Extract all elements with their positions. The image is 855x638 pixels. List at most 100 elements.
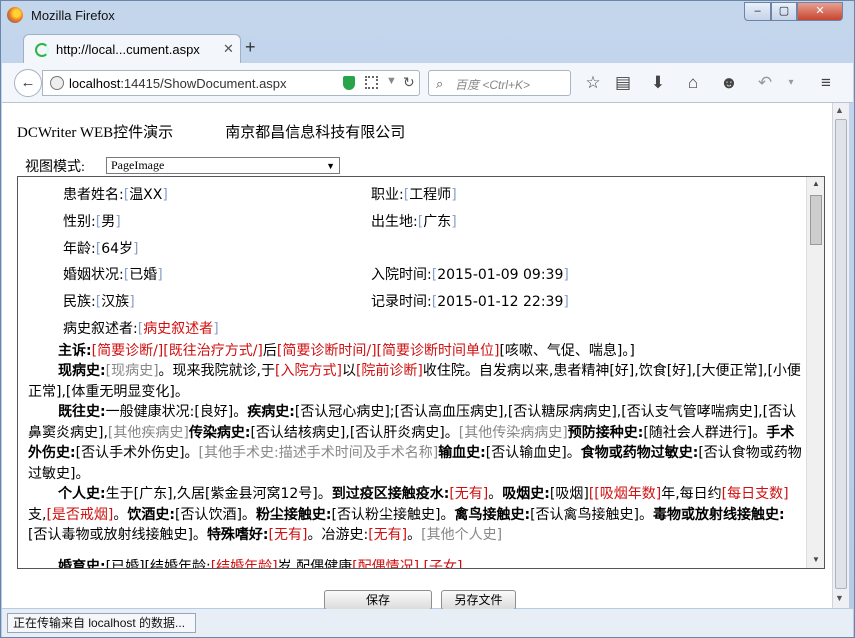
address-bar[interactable]: localhost:14415/ShowDocument.aspx ▼ ↻ bbox=[42, 70, 420, 96]
personal-history-label: 个人史: bbox=[58, 486, 106, 502]
field[interactable]: [否认禽鸟接触史]。 bbox=[530, 507, 653, 523]
job-field[interactable]: 工程师 bbox=[404, 187, 457, 203]
text: 。 bbox=[113, 506, 128, 523]
marital-field[interactable]: 已婚 bbox=[124, 267, 163, 283]
name-field[interactable]: 温XX bbox=[124, 187, 168, 203]
page-scroll-thumb[interactable] bbox=[835, 119, 847, 589]
maximize-button[interactable]: ▢ bbox=[771, 2, 797, 21]
search-box[interactable]: ⌕ 百度 <Ctrl+K> bbox=[428, 70, 571, 96]
name-label: 患者姓名: bbox=[63, 187, 124, 203]
field[interactable]: [否认饮酒]。 bbox=[175, 507, 256, 523]
field[interactable]: [其他疾病史] bbox=[108, 425, 189, 441]
field[interactable]: [简要诊断/] bbox=[92, 343, 164, 359]
chat-icon[interactable]: ☻ bbox=[718, 72, 740, 94]
undo-dropdown-icon[interactable]: ▾ bbox=[780, 72, 802, 94]
star-icon[interactable]: ☆ bbox=[582, 72, 604, 94]
dropdown-arrow-icon[interactable]: ▼ bbox=[386, 75, 397, 87]
navigation-toolbar: ← localhost:14415/ShowDocument.aspx ▼ ↻ … bbox=[2, 63, 853, 103]
tab-close-icon[interactable]: ✕ bbox=[223, 41, 234, 57]
field[interactable]: [否认结核病史],[否认肝炎病史]。 bbox=[250, 425, 458, 441]
reading-list-icon[interactable]: ▤ bbox=[612, 72, 634, 94]
status-text: 正在传输来自 localhost 的数据... bbox=[7, 613, 196, 633]
past-history: 既往史:一般健康状况:[良好]。疾病史:[否认冠心病史];[否认高血压病史],[… bbox=[28, 402, 802, 484]
sex-field[interactable]: 男 bbox=[96, 214, 121, 230]
document-scrollbar[interactable]: ▲ ▼ bbox=[806, 177, 824, 568]
home-icon[interactable]: ⌂ bbox=[682, 72, 704, 94]
qr-code-icon[interactable] bbox=[365, 76, 378, 89]
document-editor[interactable]: 患者姓名:温XX 职业:工程师 性别:男 出生地:广东 年龄:64岁 婚姻状况:… bbox=[17, 176, 825, 569]
birthplace-field[interactable]: 广东 bbox=[418, 214, 457, 230]
field[interactable]: [咳嗽、气促、喘息]。] bbox=[499, 343, 634, 359]
record-label: 记录时间: bbox=[371, 294, 432, 310]
view-mode-select[interactable]: PageImage ▼ bbox=[106, 157, 340, 174]
url-text[interactable]: localhost:14415/ShowDocument.aspx bbox=[69, 76, 287, 91]
field[interactable]: [配偶情况] bbox=[352, 559, 419, 568]
present-illness-label: 现病史: bbox=[58, 363, 106, 379]
text: 。 bbox=[407, 527, 422, 543]
tab-active[interactable]: http://local...cument.aspx ✕ bbox=[23, 34, 241, 64]
field[interactable]: 一般健康状况:[良好]。 bbox=[106, 404, 248, 420]
job-label: 职业: bbox=[371, 187, 404, 203]
label: 食物或药物过敏史: bbox=[580, 445, 699, 461]
field[interactable]: [无有] bbox=[449, 486, 488, 502]
field[interactable]: [否认粉尘接触史]。 bbox=[332, 507, 455, 523]
age-field[interactable]: 64岁 bbox=[96, 241, 139, 257]
save-button[interactable]: 保存 bbox=[324, 590, 432, 610]
field[interactable]: [结婚年龄] bbox=[211, 559, 278, 568]
field[interactable]: [简要诊断时间单位] bbox=[377, 343, 500, 359]
label: 毒物或放射线接触史: bbox=[653, 506, 785, 523]
field[interactable]: [其他手术史:描述手术时间及手术名称] bbox=[199, 445, 439, 461]
field[interactable]: [现病史] bbox=[106, 363, 159, 379]
label: 疾病史: bbox=[247, 404, 295, 420]
field[interactable]: [其他传染病病史] bbox=[459, 425, 568, 441]
page-content: DCWriter WEB控件演示 南京都昌信息科技有限公司 视图模式: PageI… bbox=[2, 103, 832, 610]
field[interactable]: [吸烟] bbox=[550, 486, 589, 502]
text: 。冶游史: bbox=[307, 527, 369, 543]
field[interactable]: [无有] bbox=[368, 527, 407, 543]
ethnic-field[interactable]: 汉族 bbox=[96, 294, 135, 310]
field[interactable]: [其他个人史] bbox=[421, 527, 502, 543]
download-icon[interactable]: ⬇ bbox=[647, 72, 669, 94]
admit-field[interactable]: 2015-01-09 09:39 bbox=[432, 267, 569, 283]
page-scroll-up-icon[interactable]: ▲ bbox=[835, 105, 844, 115]
page-scroll-down-icon[interactable]: ▼ bbox=[835, 593, 844, 603]
menu-icon[interactable]: ≡ bbox=[815, 72, 837, 94]
app-title: DCWriter WEB控件演示 bbox=[17, 125, 174, 141]
minimize-button[interactable]: – bbox=[744, 2, 771, 21]
reload-icon[interactable]: ↻ bbox=[403, 74, 415, 91]
document-scroll-thumb[interactable] bbox=[810, 195, 822, 245]
shield-icon[interactable] bbox=[343, 76, 355, 90]
field[interactable]: [否认毒物或放射线接触史]。 bbox=[28, 527, 207, 543]
save-as-button[interactable]: 另存文件 bbox=[441, 590, 516, 610]
record-field[interactable]: 2015-01-12 22:39 bbox=[432, 294, 569, 310]
field[interactable]: [简要诊断时间/] bbox=[277, 343, 377, 359]
field[interactable]: [已婚][结婚年龄: bbox=[106, 559, 211, 568]
field[interactable]: [否认手术外伤史]。 bbox=[76, 445, 199, 461]
field[interactable]: [子女] bbox=[424, 559, 463, 568]
undo-icon[interactable]: ↶ bbox=[754, 72, 776, 94]
back-button[interactable]: ← bbox=[14, 69, 42, 97]
field[interactable]: [每日支数] bbox=[722, 486, 789, 502]
chief-complaint: 主诉:[简要诊断/][既往治疗方式/]后[简要诊断时间/][简要诊断时间单位][… bbox=[28, 341, 802, 362]
narrator-field[interactable]: 病史叙述者 bbox=[138, 321, 219, 337]
text: 后 bbox=[262, 343, 277, 359]
marital-history: 婚育史:[已婚][结婚年龄:[结婚年龄]岁,配偶健康[配偶情况],[子女] bbox=[28, 557, 802, 568]
field[interactable]: [无有] bbox=[269, 527, 308, 543]
admit-label: 入院时间: bbox=[371, 267, 432, 283]
field[interactable]: [[吸烟年数] bbox=[589, 486, 661, 502]
field[interactable]: [入院方式] bbox=[275, 363, 342, 379]
field[interactable]: [是否戒烟] bbox=[46, 507, 113, 523]
field[interactable]: [院前诊断] bbox=[356, 363, 423, 379]
loading-spinner-icon bbox=[35, 43, 49, 57]
field[interactable]: [随社会人群进行]。 bbox=[643, 425, 766, 441]
field[interactable]: [否认输血史]。 bbox=[486, 445, 581, 461]
view-mode-label: 视图模式: bbox=[25, 160, 85, 175]
site-info-icon[interactable] bbox=[50, 76, 64, 90]
page-scrollbar[interactable]: ▲ ▼ bbox=[832, 103, 849, 608]
field[interactable]: 生于[广东],久居[紫金县河窝12号]。 bbox=[106, 486, 332, 502]
scroll-down-icon[interactable]: ▼ bbox=[812, 555, 820, 564]
scroll-up-icon[interactable]: ▲ bbox=[812, 179, 820, 188]
new-tab-button[interactable]: + bbox=[245, 37, 256, 58]
field[interactable]: [既往治疗方式/] bbox=[163, 343, 263, 359]
close-window-button[interactable]: ✕ bbox=[797, 2, 843, 21]
